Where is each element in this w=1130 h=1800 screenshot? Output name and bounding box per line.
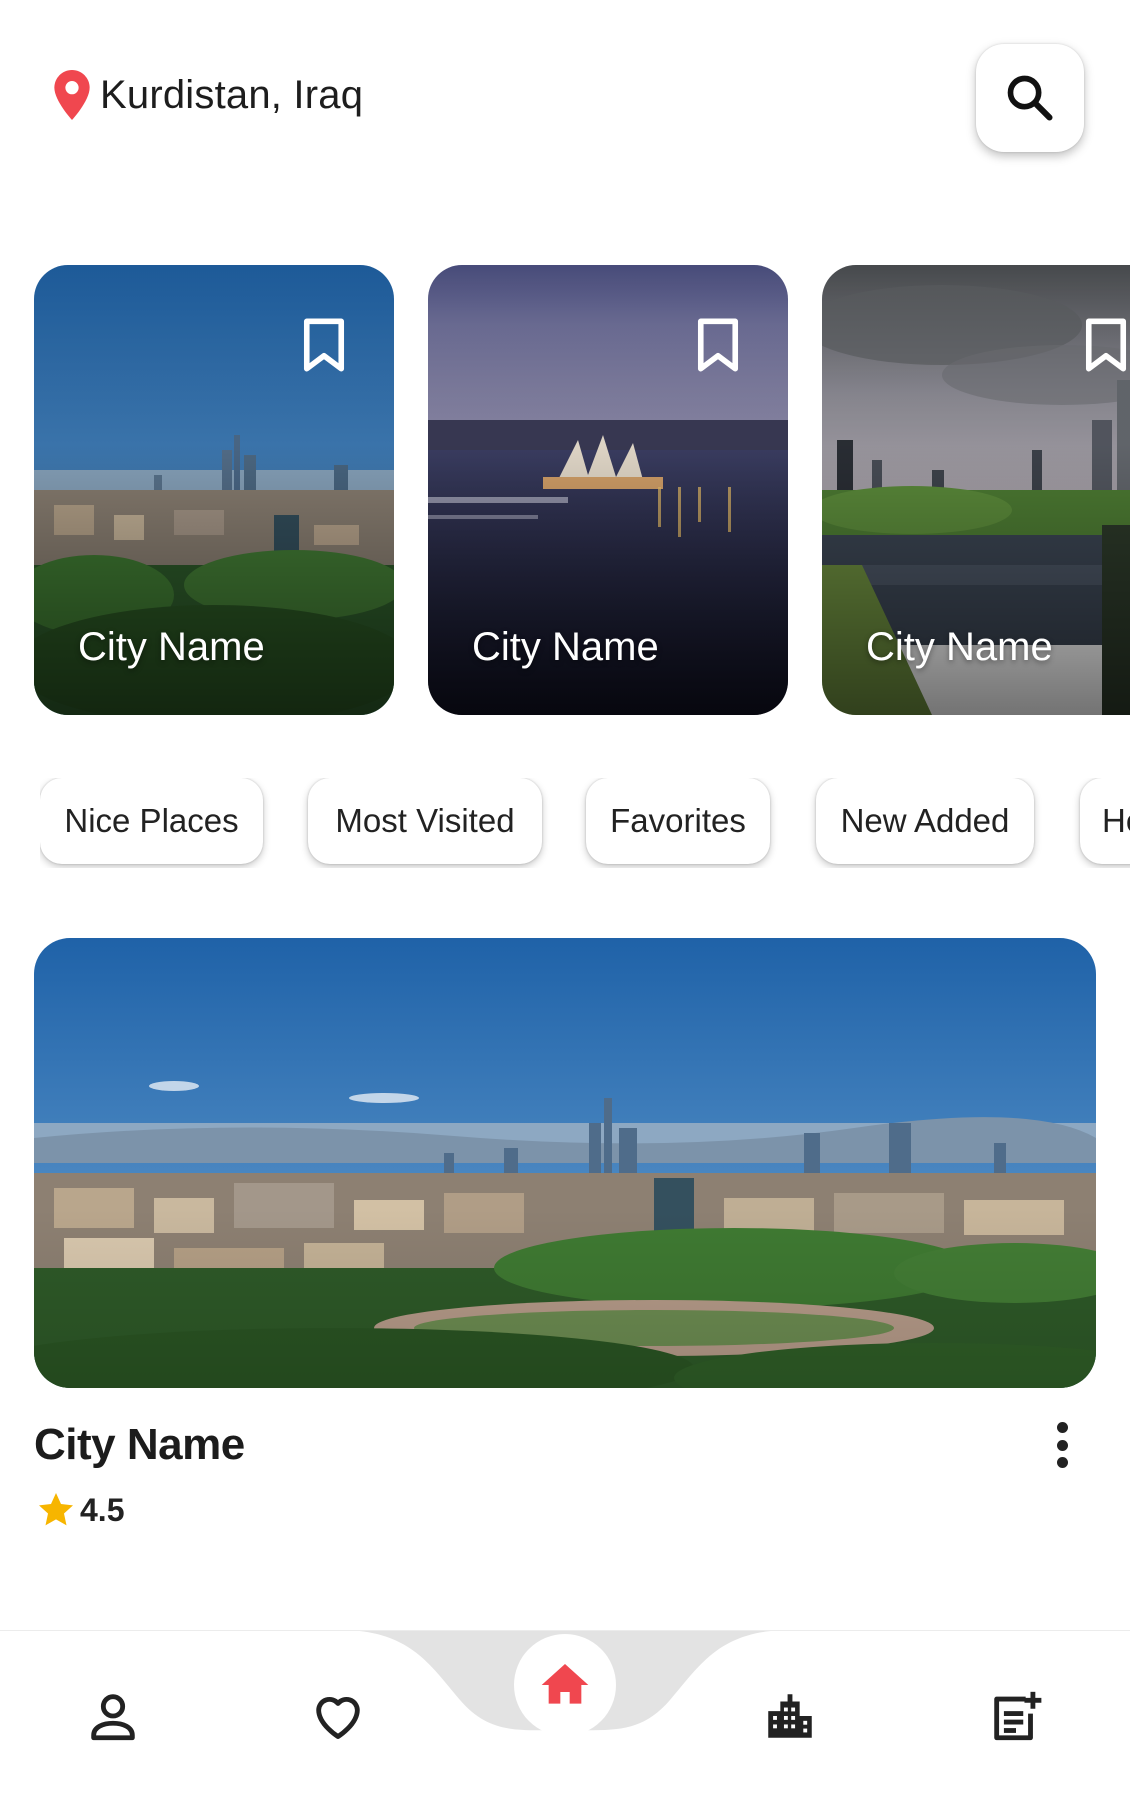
featured-city-name: City Name xyxy=(34,1420,245,1469)
search-icon xyxy=(1007,75,1053,121)
search-button[interactable] xyxy=(976,44,1084,152)
city-card[interactable]: City Name xyxy=(428,265,788,715)
bookmark-outline-icon[interactable] xyxy=(696,317,740,373)
chip-most-visited[interactable]: Most Visited xyxy=(308,778,542,864)
chip-new-added[interactable]: New Added xyxy=(816,778,1034,864)
top-bar: Kurdistan, Iraq xyxy=(0,0,1130,200)
location-pin-icon xyxy=(54,70,90,120)
rating-value: 4.5 xyxy=(80,1491,125,1528)
city-icon xyxy=(768,1694,812,1738)
chip-favorites[interactable]: Favorites xyxy=(586,778,770,864)
category-chips: Nice Places Most Visited Favorites New A… xyxy=(40,778,1130,868)
bookmark-outline-icon[interactable] xyxy=(1084,317,1128,373)
city-card[interactable]: City Name xyxy=(822,265,1130,715)
star-icon xyxy=(39,1493,73,1526)
home-icon xyxy=(541,1664,589,1704)
city-card[interactable]: City Name xyxy=(34,265,394,715)
rating: 4.5 xyxy=(36,1490,124,1530)
city-cards-carousel[interactable]: City Name City Name City Name xyxy=(34,265,1130,715)
location-text: Kurdistan, Iraq xyxy=(100,72,364,117)
heart-icon xyxy=(316,1697,360,1739)
person-icon xyxy=(91,1694,135,1741)
city-card-name: City Name xyxy=(472,625,659,669)
more-vertical-icon[interactable] xyxy=(1046,1420,1078,1470)
nav-add-post[interactable] xyxy=(986,1686,1046,1746)
bottom-navigation xyxy=(0,1630,1130,1800)
location-selector[interactable]: Kurdistan, Iraq xyxy=(54,70,363,120)
chip-partial[interactable]: He xyxy=(1080,778,1130,864)
nav-home[interactable] xyxy=(514,1634,616,1736)
nav-favorites[interactable] xyxy=(308,1686,368,1746)
nav-profile[interactable] xyxy=(83,1686,143,1746)
chip-nice-places[interactable]: Nice Places xyxy=(40,778,263,864)
featured-city-card[interactable] xyxy=(34,938,1096,1388)
add-post-icon xyxy=(994,1691,1042,1741)
nav-cities[interactable] xyxy=(760,1686,820,1746)
bookmark-outline-icon[interactable] xyxy=(302,317,346,373)
city-card-name: City Name xyxy=(78,625,265,669)
city-card-name: City Name xyxy=(866,625,1053,669)
